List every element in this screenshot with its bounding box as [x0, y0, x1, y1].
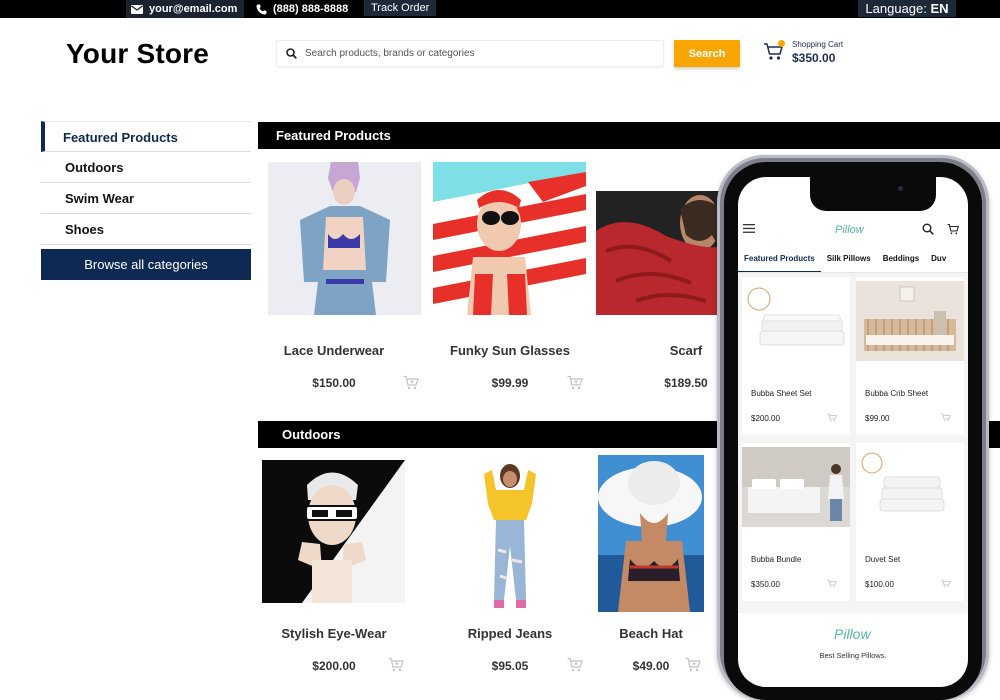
product-name-funky-sun-glasses[interactable]: Funky Sun Glasses: [430, 343, 590, 358]
product-price-funky-sun-glasses: $99.99: [491, 376, 529, 390]
mobile-tab-beddings[interactable]: Beddings: [877, 247, 925, 272]
mobile-product-card[interactable]: Bubba Crib Sheet $99.00: [856, 277, 964, 435]
mobile-product-card[interactable]: Duvet Set $100.00: [856, 443, 964, 601]
mobile-product-price: $100.00: [865, 580, 894, 589]
email-text: your@email.com: [149, 3, 238, 15]
add-to-cart-icon[interactable]: [403, 375, 419, 390]
camera-dot: [898, 186, 903, 191]
product-price-lace-underwear: $150.00: [312, 376, 356, 390]
cart-total: $350.00: [792, 51, 836, 65]
search-box[interactable]: [276, 40, 664, 67]
mobile-tabs: Featured Products Silk Pillows Beddings …: [738, 247, 968, 273]
mobile-product-name: Bubba Crib Sheet: [865, 389, 929, 398]
track-order-link[interactable]: Track Order: [364, 0, 437, 16]
mobile-cart-icon[interactable]: [947, 223, 959, 235]
mobile-product-name: Duvet Set: [865, 555, 901, 564]
sidebar-item-swim-wear[interactable]: Swim Wear: [41, 183, 251, 214]
top-bar: your@email.com (888) 888-8888 Track Orde…: [0, 0, 1000, 18]
product-image-duvet-set: [856, 447, 964, 527]
product-name-lace-underwear[interactable]: Lace Underwear: [254, 343, 414, 358]
mobile-product-price: $350.00: [751, 580, 780, 589]
mobile-search-icon[interactable]: [922, 223, 934, 235]
phone-text: (888) 888-8888: [273, 3, 349, 15]
product-image-lace-underwear[interactable]: [268, 162, 421, 315]
store-title[interactable]: Your Store: [66, 38, 209, 70]
mobile-add-to-cart-icon[interactable]: [941, 579, 951, 588]
product-name-beach-hat[interactable]: Beach Hat: [571, 626, 731, 641]
mobile-tab-duvets[interactable]: Duv: [925, 247, 952, 272]
mobile-add-to-cart-icon[interactable]: [827, 413, 837, 422]
product-name-ripped-jeans[interactable]: Ripped Jeans: [430, 626, 590, 641]
mobile-logo[interactable]: Pillow: [835, 224, 864, 236]
search-icon: [286, 48, 297, 59]
phone-icon: [256, 4, 267, 14]
phone-screen: Pillow Featured Products Silk Pillows Be…: [738, 177, 968, 687]
product-image-scarf[interactable]: [596, 191, 721, 315]
add-to-cart-icon[interactable]: [388, 657, 404, 672]
cart-badge: [778, 40, 785, 47]
phone-contact[interactable]: (888) 888-8888: [256, 0, 348, 18]
shopping-cart[interactable]: Shopping Cart $350.00: [763, 40, 843, 65]
product-image-beach-hat[interactable]: [598, 455, 704, 612]
add-to-cart-icon[interactable]: [685, 657, 701, 672]
add-to-cart-icon[interactable]: [567, 375, 583, 390]
section-header-featured: Featured Products: [258, 122, 1000, 149]
mobile-header: Pillow: [738, 211, 968, 245]
email-contact[interactable]: your@email.com: [126, 0, 244, 18]
cart-label: Shopping Cart: [792, 40, 844, 49]
mobile-product-name: Bubba Sheet Set: [751, 389, 812, 398]
browse-all-categories-button[interactable]: Browse all categories: [41, 249, 251, 280]
product-price-stylish-eye-wear: $200.00: [312, 659, 356, 673]
category-sidebar: Featured Products Outdoors Swim Wear Sho…: [41, 121, 251, 280]
phone-mockup: Pillow Featured Products Silk Pillows Be…: [717, 155, 989, 700]
product-image-bubba-crib-sheet: [856, 281, 964, 361]
sidebar-item-featured-products[interactable]: Featured Products: [41, 121, 251, 152]
product-price-ripped-jeans: $95.05: [491, 659, 529, 673]
mobile-add-to-cart-icon[interactable]: [827, 579, 837, 588]
product-image-bubba-sheet-set: [742, 281, 850, 361]
search-button[interactable]: Search: [674, 40, 740, 67]
mobile-product-name: Bubba Bundle: [751, 555, 802, 564]
mobile-footer-logo: Pillow: [834, 626, 871, 642]
menu-icon[interactable]: [743, 224, 755, 233]
mobile-product-card[interactable]: Bubba Sheet Set $200.00: [742, 277, 850, 435]
add-to-cart-icon[interactable]: [567, 657, 583, 672]
sidebar-item-outdoors[interactable]: Outdoors: [41, 152, 251, 183]
mobile-product-grid: Bubba Sheet Set $200.00 Bubba Crib Sheet…: [738, 273, 968, 613]
mobile-add-to-cart-icon[interactable]: [941, 413, 951, 422]
mobile-product-card[interactable]: Bubba Bundle $350.00: [742, 443, 850, 601]
mobile-tab-featured-products[interactable]: Featured Products: [738, 247, 821, 272]
product-image-stylish-eye-wear[interactable]: [262, 460, 405, 603]
product-name-stylish-eye-wear[interactable]: Stylish Eye-Wear: [254, 626, 414, 641]
cart-icon: [763, 40, 785, 62]
language-selector[interactable]: Language: EN: [858, 0, 956, 17]
phone-notch: [810, 177, 936, 211]
product-image-bubba-bundle: [742, 447, 850, 527]
product-image-ripped-jeans[interactable]: [462, 460, 558, 612]
language-value: EN: [930, 1, 949, 16]
mobile-tab-silk-pillows[interactable]: Silk Pillows: [821, 247, 877, 272]
sidebar-item-shoes[interactable]: Shoes: [41, 214, 251, 245]
language-label: Language:: [865, 1, 927, 16]
mobile-footer-text: Best Selling Pillows.: [819, 651, 887, 660]
mail-icon: [131, 4, 143, 14]
mobile-product-price: $99.00: [865, 414, 890, 423]
mobile-product-price: $200.00: [751, 414, 780, 423]
search-input[interactable]: [305, 48, 645, 59]
product-image-funky-sun-glasses[interactable]: [433, 162, 586, 315]
